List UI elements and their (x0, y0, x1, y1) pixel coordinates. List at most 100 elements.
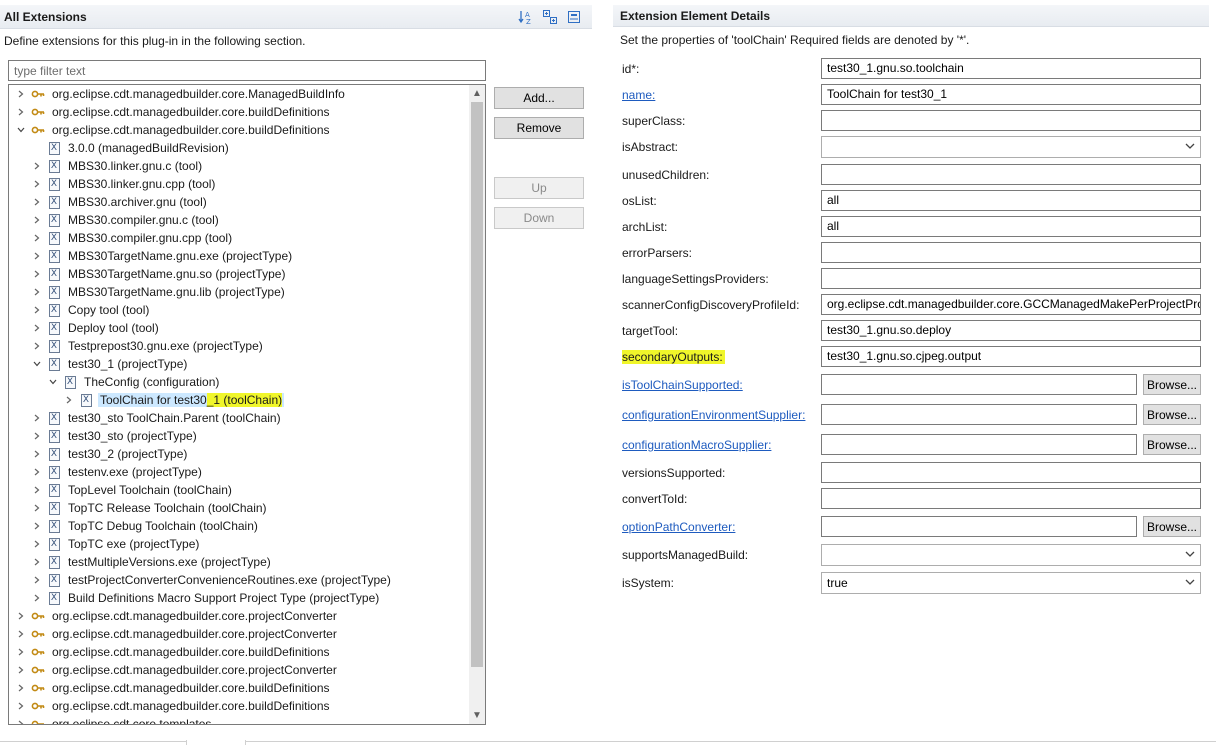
field-input[interactable] (821, 488, 1201, 509)
tree-item[interactable]: X MBS30TargetName.gnu.exe (projectType) (9, 247, 469, 265)
chevron-right-icon[interactable] (31, 409, 43, 427)
field-label[interactable]: optionPathConverter: (622, 520, 735, 534)
chevron-right-icon[interactable] (31, 319, 43, 337)
tree-item[interactable]: Xtest30_2 (projectType) (9, 445, 469, 463)
chevron-right-icon[interactable] (15, 625, 27, 643)
field-input[interactable]: ToolChain for test30_1 (821, 84, 1201, 105)
tree-item[interactable]: X Deploy tool (tool) (9, 319, 469, 337)
field-input[interactable] (821, 110, 1201, 131)
chevron-right-icon[interactable] (31, 247, 43, 265)
tree-item[interactable]: Xtest30_sto ToolChain.Parent (toolChain) (9, 409, 469, 427)
tree-item[interactable]: X MBS30.archiver.gnu (tool) (9, 193, 469, 211)
scroll-up-icon[interactable]: ▲ (469, 85, 485, 101)
down-button[interactable]: Down (494, 207, 584, 229)
field-dropdown[interactable] (821, 544, 1201, 566)
chevron-right-icon[interactable] (31, 301, 43, 319)
browse-button[interactable]: Browse... (1143, 516, 1201, 537)
field-input[interactable] (821, 374, 1137, 395)
bottom-tab[interactable] (186, 740, 246, 745)
tree-item[interactable]: org.eclipse.cdt.managedbuilder.core.buil… (9, 679, 469, 697)
chevron-down-icon[interactable] (47, 373, 59, 391)
chevron-right-icon[interactable] (15, 607, 27, 625)
chevron-right-icon[interactable] (15, 661, 27, 679)
add-button[interactable]: Add... (494, 87, 584, 109)
field-dropdown[interactable]: true (821, 572, 1201, 594)
sort-alphabetically-icon[interactable]: AZ (517, 9, 534, 25)
tree-item[interactable]: X TopTC exe (projectType) (9, 535, 469, 553)
field-label[interactable]: name: (622, 88, 655, 102)
tree-item[interactable]: org.eclipse.cdt.managedbuilder.core.buil… (9, 103, 469, 121)
expand-all-icon[interactable] (541, 9, 558, 25)
chevron-right-icon[interactable] (15, 697, 27, 715)
field-label[interactable]: configurationEnvironmentSupplier: (622, 408, 805, 422)
tree-item[interactable]: X MBS30TargetName.gnu.so (projectType) (9, 265, 469, 283)
chevron-right-icon[interactable] (31, 481, 43, 499)
remove-button[interactable]: Remove (494, 117, 584, 139)
scroll-down-icon[interactable]: ▼ (469, 707, 485, 723)
tree-item[interactable]: Xtest30_sto (projectType) (9, 427, 469, 445)
collapse-all-icon[interactable] (565, 9, 582, 25)
tree-item[interactable]: org.eclipse.cdt.managedbuilder.core.buil… (9, 121, 469, 139)
tree-item[interactable]: X TopLevel Toolchain (toolChain) (9, 481, 469, 499)
field-input[interactable] (821, 434, 1137, 455)
browse-button[interactable]: Browse... (1143, 434, 1201, 455)
chevron-right-icon[interactable] (31, 499, 43, 517)
filter-input[interactable] (8, 60, 486, 81)
chevron-right-icon[interactable] (15, 643, 27, 661)
extensions-tree[interactable]: org.eclipse.cdt.managedbuilder.core.Mana… (8, 84, 486, 725)
tree-item[interactable]: X MBS30.linker.gnu.c (tool) (9, 157, 469, 175)
chevron-right-icon[interactable] (31, 229, 43, 247)
tree-item[interactable]: Xtestenv.exe (projectType) (9, 463, 469, 481)
field-input[interactable] (821, 268, 1201, 289)
chevron-down-icon[interactable] (1184, 576, 1196, 591)
chevron-right-icon[interactable] (15, 103, 27, 121)
field-input[interactable]: all (821, 190, 1201, 211)
chevron-right-icon[interactable] (31, 427, 43, 445)
chevron-right-icon[interactable] (15, 679, 27, 697)
field-input[interactable]: all (821, 216, 1201, 237)
chevron-right-icon[interactable] (31, 175, 43, 193)
chevron-right-icon[interactable] (15, 85, 27, 103)
browse-button[interactable]: Browse... (1143, 404, 1201, 425)
chevron-down-icon[interactable] (31, 355, 43, 373)
field-input[interactable]: test30_1.gnu.so.deploy (821, 320, 1201, 341)
tree-item[interactable]: X TopTC Debug Toolchain (toolChain) (9, 517, 469, 535)
field-label[interactable]: isToolChainSupported: (622, 378, 743, 392)
tree-item[interactable]: org.eclipse.cdt.managedbuilder.core.proj… (9, 625, 469, 643)
tree-item[interactable]: XtestProjectConverterConvenienceRoutines… (9, 571, 469, 589)
chevron-right-icon[interactable] (31, 337, 43, 355)
tree-item[interactable]: X MBS30.linker.gnu.cpp (tool) (9, 175, 469, 193)
tree-item[interactable]: X MBS30.compiler.gnu.c (tool) (9, 211, 469, 229)
tree-item[interactable]: XtestMultipleVersions.exe (projectType) (9, 553, 469, 571)
field-input[interactable]: test30_1.gnu.so.cjpeg.output (821, 346, 1201, 367)
tree-item[interactable]: X TheConfig (configuration) (9, 373, 469, 391)
tree-item[interactable]: org.eclipse.cdt.managedbuilder.core.proj… (9, 607, 469, 625)
field-label[interactable]: configurationMacroSupplier: (622, 438, 771, 452)
chevron-right-icon[interactable] (31, 553, 43, 571)
chevron-right-icon[interactable] (31, 463, 43, 481)
tree-item[interactable]: org.eclipse.cdt.managedbuilder.core.buil… (9, 643, 469, 661)
field-input[interactable] (821, 164, 1201, 185)
tree-item[interactable]: X Copy tool (tool) (9, 301, 469, 319)
chevron-right-icon[interactable] (31, 589, 43, 607)
field-input[interactable] (821, 462, 1201, 483)
chevron-right-icon[interactable] (31, 535, 43, 553)
chevron-down-icon[interactable] (1184, 548, 1196, 563)
chevron-right-icon[interactable] (15, 715, 27, 724)
tree-item[interactable]: org.eclipse.cdt.managedbuilder.core.buil… (9, 697, 469, 715)
tree-item[interactable]: X MBS30TargetName.gnu.lib (projectType) (9, 283, 469, 301)
tree-item[interactable]: X TopTC Release Toolchain (toolChain) (9, 499, 469, 517)
field-input[interactable]: org.eclipse.cdt.managedbuilder.core.GCCM… (821, 294, 1201, 315)
tree-scrollbar[interactable]: ▲ ▼ (469, 85, 485, 724)
chevron-right-icon[interactable] (31, 265, 43, 283)
chevron-right-icon[interactable] (31, 211, 43, 229)
chevron-right-icon[interactable] (31, 517, 43, 535)
field-dropdown[interactable] (821, 136, 1201, 158)
chevron-down-icon[interactable] (1184, 140, 1196, 155)
tree-item[interactable]: X 3.0.0 (managedBuildRevision) (9, 139, 469, 157)
field-input[interactable] (821, 404, 1137, 425)
tree-item[interactable]: org.eclipse.cdt.managedbuilder.core.proj… (9, 661, 469, 679)
chevron-right-icon[interactable] (31, 445, 43, 463)
tree-item[interactable]: org.eclipse.cdt.managedbuilder.core.Mana… (9, 85, 469, 103)
chevron-right-icon[interactable] (31, 157, 43, 175)
